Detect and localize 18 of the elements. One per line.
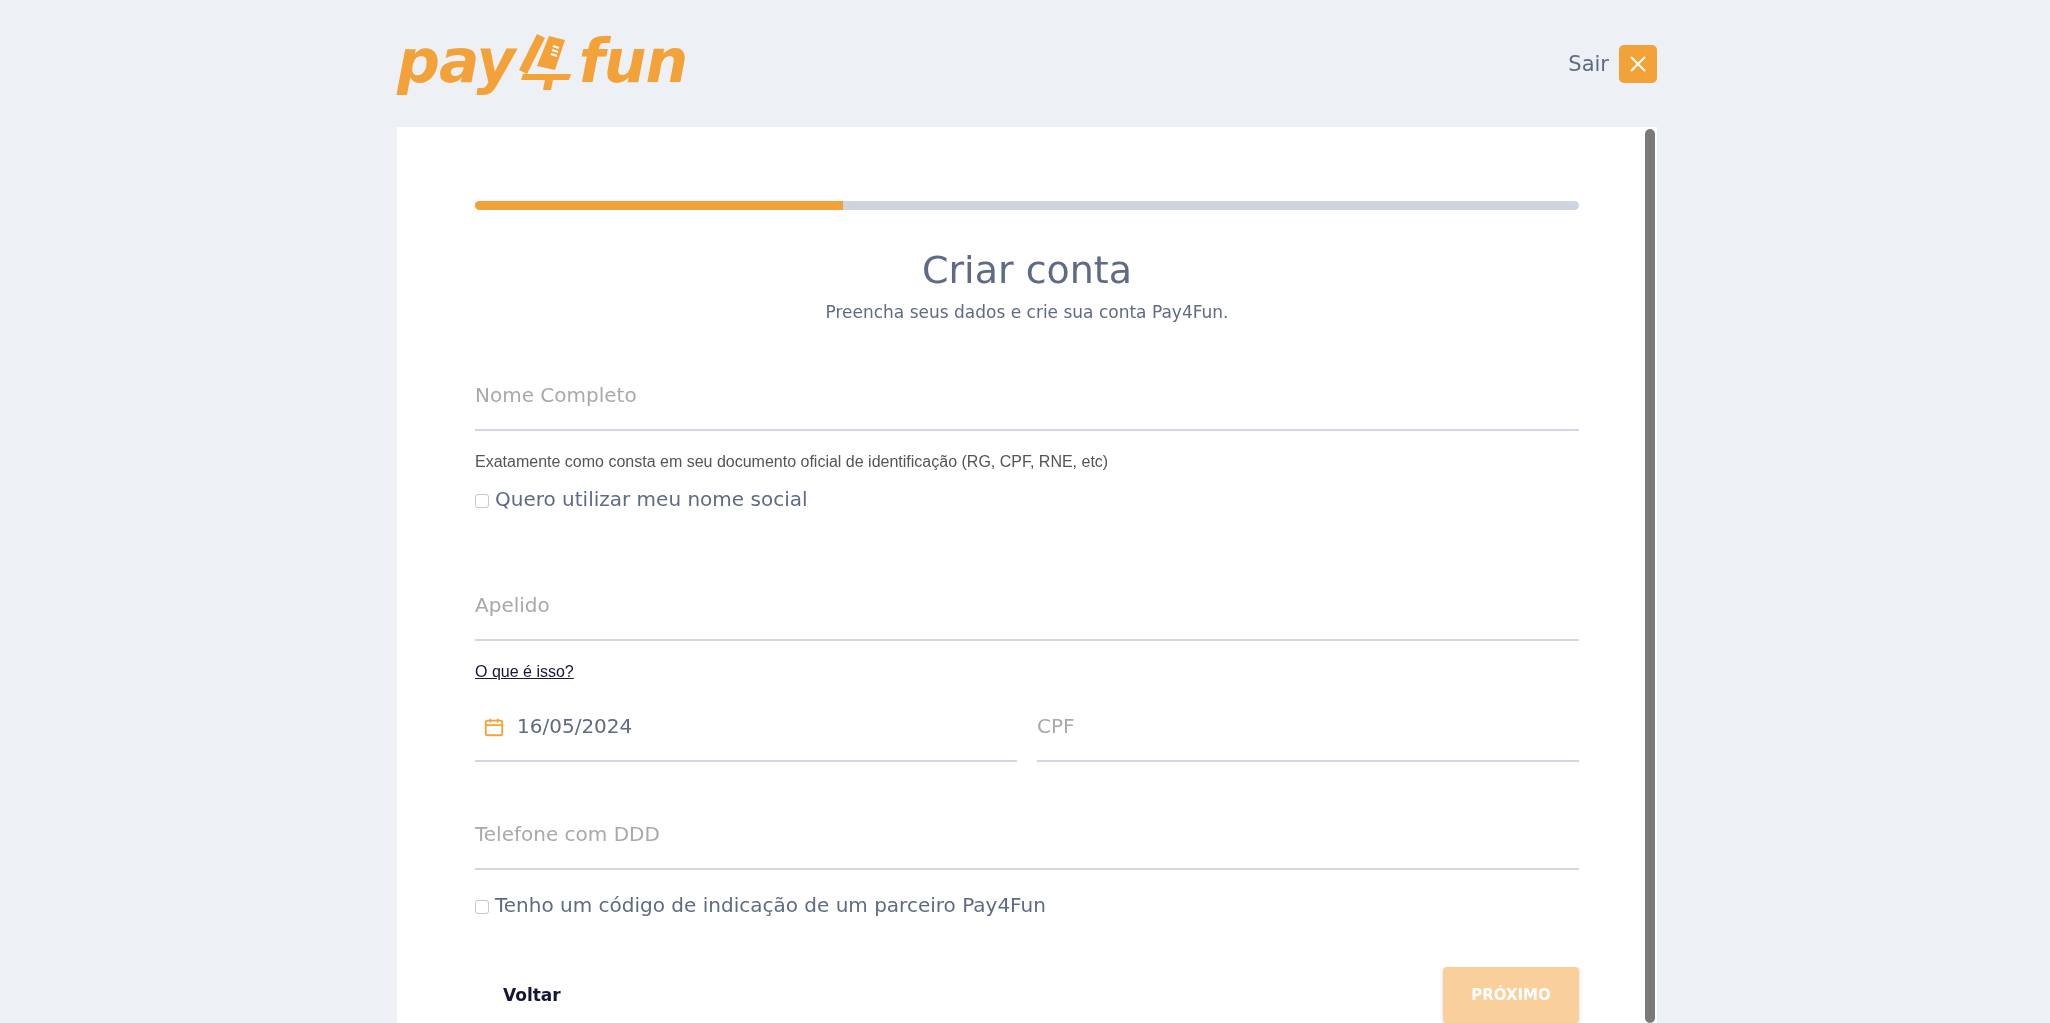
help-link[interactable]: O que é isso? xyxy=(475,662,574,681)
close-button[interactable] xyxy=(1619,44,1657,83)
checkbox[interactable] xyxy=(475,494,489,509)
date-input[interactable]: 16/05/2024 xyxy=(517,713,1017,738)
page-title: Criar conta xyxy=(920,248,1134,292)
checkbox-label: Quero utilizar meu nome social xyxy=(495,487,808,512)
input-field[interactable]: CPF xyxy=(1037,713,1579,738)
checkbox[interactable] xyxy=(475,900,489,914)
checkbox-label: Tenho um código de indicação de um parceiro Pay4Fun xyxy=(495,893,1046,917)
page-subtitle: Preencha seus dados e crie sua conta Pay4Fun. xyxy=(824,302,1230,322)
close-icon xyxy=(1629,54,1647,73)
input-field[interactable]: Nome Completo xyxy=(475,383,1579,408)
input-field[interactable]: Apelido xyxy=(475,592,1579,617)
scrollbar[interactable] xyxy=(1645,129,1655,1023)
back-button[interactable]: Voltar xyxy=(475,975,589,1015)
exit-label: Sair xyxy=(1568,51,1609,76)
helper-text: Exatamente como consta em seu documento oficial de identificação (RG, CPF, RNE, etc) xyxy=(475,453,1110,472)
input-field[interactable]: Telefone com DDD xyxy=(475,822,1579,846)
